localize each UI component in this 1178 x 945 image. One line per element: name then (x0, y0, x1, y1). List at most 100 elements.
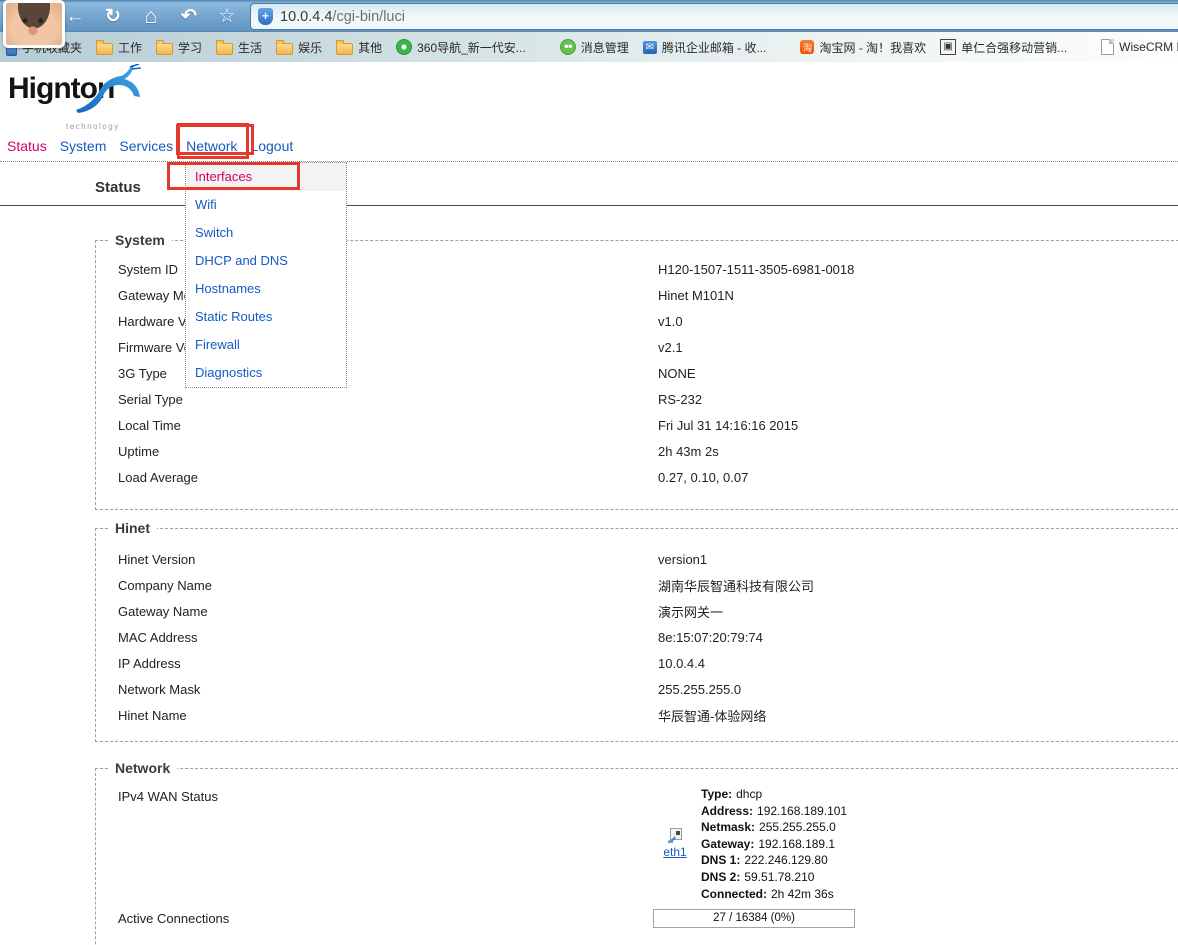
bookmark-item[interactable]: 淘宝网 - 淘！我喜欢 (800, 39, 926, 56)
wan-detail-line: DNS 2: 59.51.78.210 (701, 869, 847, 886)
message-icon (560, 39, 576, 55)
wan-detail-line: Netmask:255.255.255.0 (701, 819, 847, 836)
wan-detail-value: 192.168.189.1 (758, 837, 835, 851)
bookmark-item[interactable]: 腾讯企业邮箱 - 收... (643, 39, 767, 56)
wan-detail-value: 59.51.78.210 (744, 870, 814, 884)
field-value: 10.0.4.4 (658, 656, 705, 671)
nav-item-label: Services (119, 138, 173, 154)
interface-eth1-link[interactable]: eth1 (663, 845, 686, 859)
title-divider (0, 205, 1178, 206)
nav-item-label: System (60, 138, 107, 154)
menu-item-label: Diagnostics (195, 365, 262, 380)
bookmark-item[interactable]: WiseCRM NBS - ... (1101, 39, 1178, 55)
field-value: 华辰智通-体验网络 (658, 706, 766, 725)
section-hinet: Hinet Hinet Version version1 Company Nam… (95, 528, 1178, 742)
section-network-title: Network (108, 760, 177, 776)
bookmark-label: 淘宝网 - 淘！我喜欢 (819, 39, 926, 56)
menu-item[interactable]: Diagnostics (186, 359, 346, 387)
nav-item-label: Network (186, 138, 237, 154)
bookmark-item[interactable]: 消息管理 (560, 39, 629, 56)
folder-icon (156, 43, 173, 55)
user-avatar[interactable] (3, 0, 65, 48)
bookmark-item[interactable]: 360导航_新一代安... (396, 39, 526, 56)
field-value: 0.27, 0.10, 0.07 (658, 470, 748, 485)
folder-icon (216, 43, 233, 55)
table-row: Hinet Version version1 (118, 546, 1178, 572)
menu-item[interactable]: Static Routes (186, 303, 346, 331)
bookmark-item[interactable]: 其他 (336, 39, 382, 56)
field-label: Load Average (118, 470, 658, 485)
field-value: RS-232 (658, 392, 702, 407)
menu-item-label: DHCP and DNS (195, 253, 288, 268)
wan-detail-value: dhcp (736, 787, 762, 801)
field-label: Network Mask (118, 682, 658, 697)
menu-item[interactable]: Wifi (186, 191, 346, 219)
field-value: 255.255.255.0 (658, 682, 741, 697)
refresh-icon[interactable] (102, 7, 124, 26)
bookmark-label: 娱乐 (298, 39, 322, 56)
nav-item[interactable]: Network (186, 137, 237, 155)
table-row: Load Average 0.27, 0.10, 0.07 (118, 464, 1178, 490)
bookmark-label: WiseCRM NBS - ... (1119, 40, 1178, 54)
menu-item[interactable]: Switch (186, 219, 346, 247)
main-nav: Status System Services Network Logout (7, 137, 293, 155)
undo-icon[interactable] (178, 7, 200, 26)
bookmark-label: 腾讯企业邮箱 - 收... (662, 39, 767, 56)
menu-item-label: Static Routes (195, 309, 272, 324)
bookmark-item[interactable]: 娱乐 (276, 39, 322, 56)
menu-item-label: Wifi (195, 197, 217, 212)
nav-item[interactable]: System (60, 137, 107, 155)
field-value: v1.0 (658, 314, 683, 329)
field-label: Gateway Name (118, 604, 658, 619)
field-value: version1 (658, 552, 707, 567)
bookmark-item[interactable]: 生活 (216, 39, 262, 56)
field-label: IP Address (118, 656, 658, 671)
wan-detail-key: DNS 2: (701, 870, 740, 884)
nav-item[interactable]: Logout (250, 137, 293, 155)
browser-toolbar: 10.0.4.4/cgi-bin/luci (0, 0, 1178, 32)
folder-icon (276, 43, 293, 55)
nav-item[interactable]: Services (119, 137, 173, 155)
hinet-rows: Hinet Version version1 Company Name 湖南华辰… (96, 529, 1178, 728)
table-row: Serial Type RS-232 (118, 386, 1178, 412)
active-connections-row: Active Connections 27 / 16384 (0%) (96, 902, 1178, 928)
menu-item[interactable]: DHCP and DNS (186, 247, 346, 275)
table-row: MAC Address 8e:15:07:20:79:74 (118, 624, 1178, 650)
wan-detail-line: Address:192.168.189.101 (701, 803, 847, 820)
menu-item[interactable]: Hostnames (186, 275, 346, 303)
nav-item[interactable]: Status (7, 137, 47, 155)
bookmark-item[interactable]: 学习 (156, 39, 202, 56)
menubar-divider (0, 161, 1178, 162)
taobao-icon (800, 40, 814, 54)
bookmark-item[interactable]: 单仁合强移动营销... (940, 39, 1067, 56)
wan-detail-value: 2h 42m 36s (771, 887, 834, 901)
antelope-logo-icon (70, 64, 148, 116)
field-value: H120-1507-1511-3505-6981-0018 (658, 262, 854, 277)
home-icon[interactable] (140, 6, 162, 27)
wan-detail-value: 222.246.129.80 (744, 853, 827, 867)
wan-detail-key: Gateway: (701, 837, 754, 851)
menu-item[interactable]: Firewall (186, 331, 346, 359)
wan-detail-key: DNS 1: (701, 853, 740, 867)
address-bar[interactable]: 10.0.4.4/cgi-bin/luci (250, 3, 1178, 30)
wan-detail-value: 255.255.255.0 (759, 820, 836, 834)
field-label: Hinet Name (118, 708, 658, 723)
wan-detail-value: 192.168.189.101 (757, 804, 847, 818)
menu-item[interactable]: Interfaces (186, 163, 346, 191)
table-row: Local Time Fri Jul 31 14:16:16 2015 (118, 412, 1178, 438)
bookmark-item[interactable]: 工作 (96, 39, 142, 56)
mail-icon (643, 41, 657, 54)
table-row: Gateway Name 演示网关一 (118, 598, 1178, 624)
back-icon[interactable] (64, 7, 86, 26)
url-path: /cgi-bin/luci (332, 9, 405, 25)
wan-detail-line: Type: dhcp (701, 786, 847, 803)
active-connections-label: Active Connections (118, 911, 658, 926)
wan-status-label: IPv4 WAN Status (118, 783, 658, 804)
wan-status-value: eth1 Type: dhcp Address:192.168.189.101Net… (658, 783, 847, 902)
wan-detail-key: Type: (701, 787, 732, 801)
favorites-star-icon[interactable] (216, 7, 238, 26)
interface-cell: eth1 (658, 783, 692, 902)
connections-progress-bar: 27 / 16384 (0%) (653, 909, 855, 928)
site-safety-shield-icon[interactable] (258, 8, 273, 25)
url-domain: 10.0.4.4 (280, 9, 332, 25)
